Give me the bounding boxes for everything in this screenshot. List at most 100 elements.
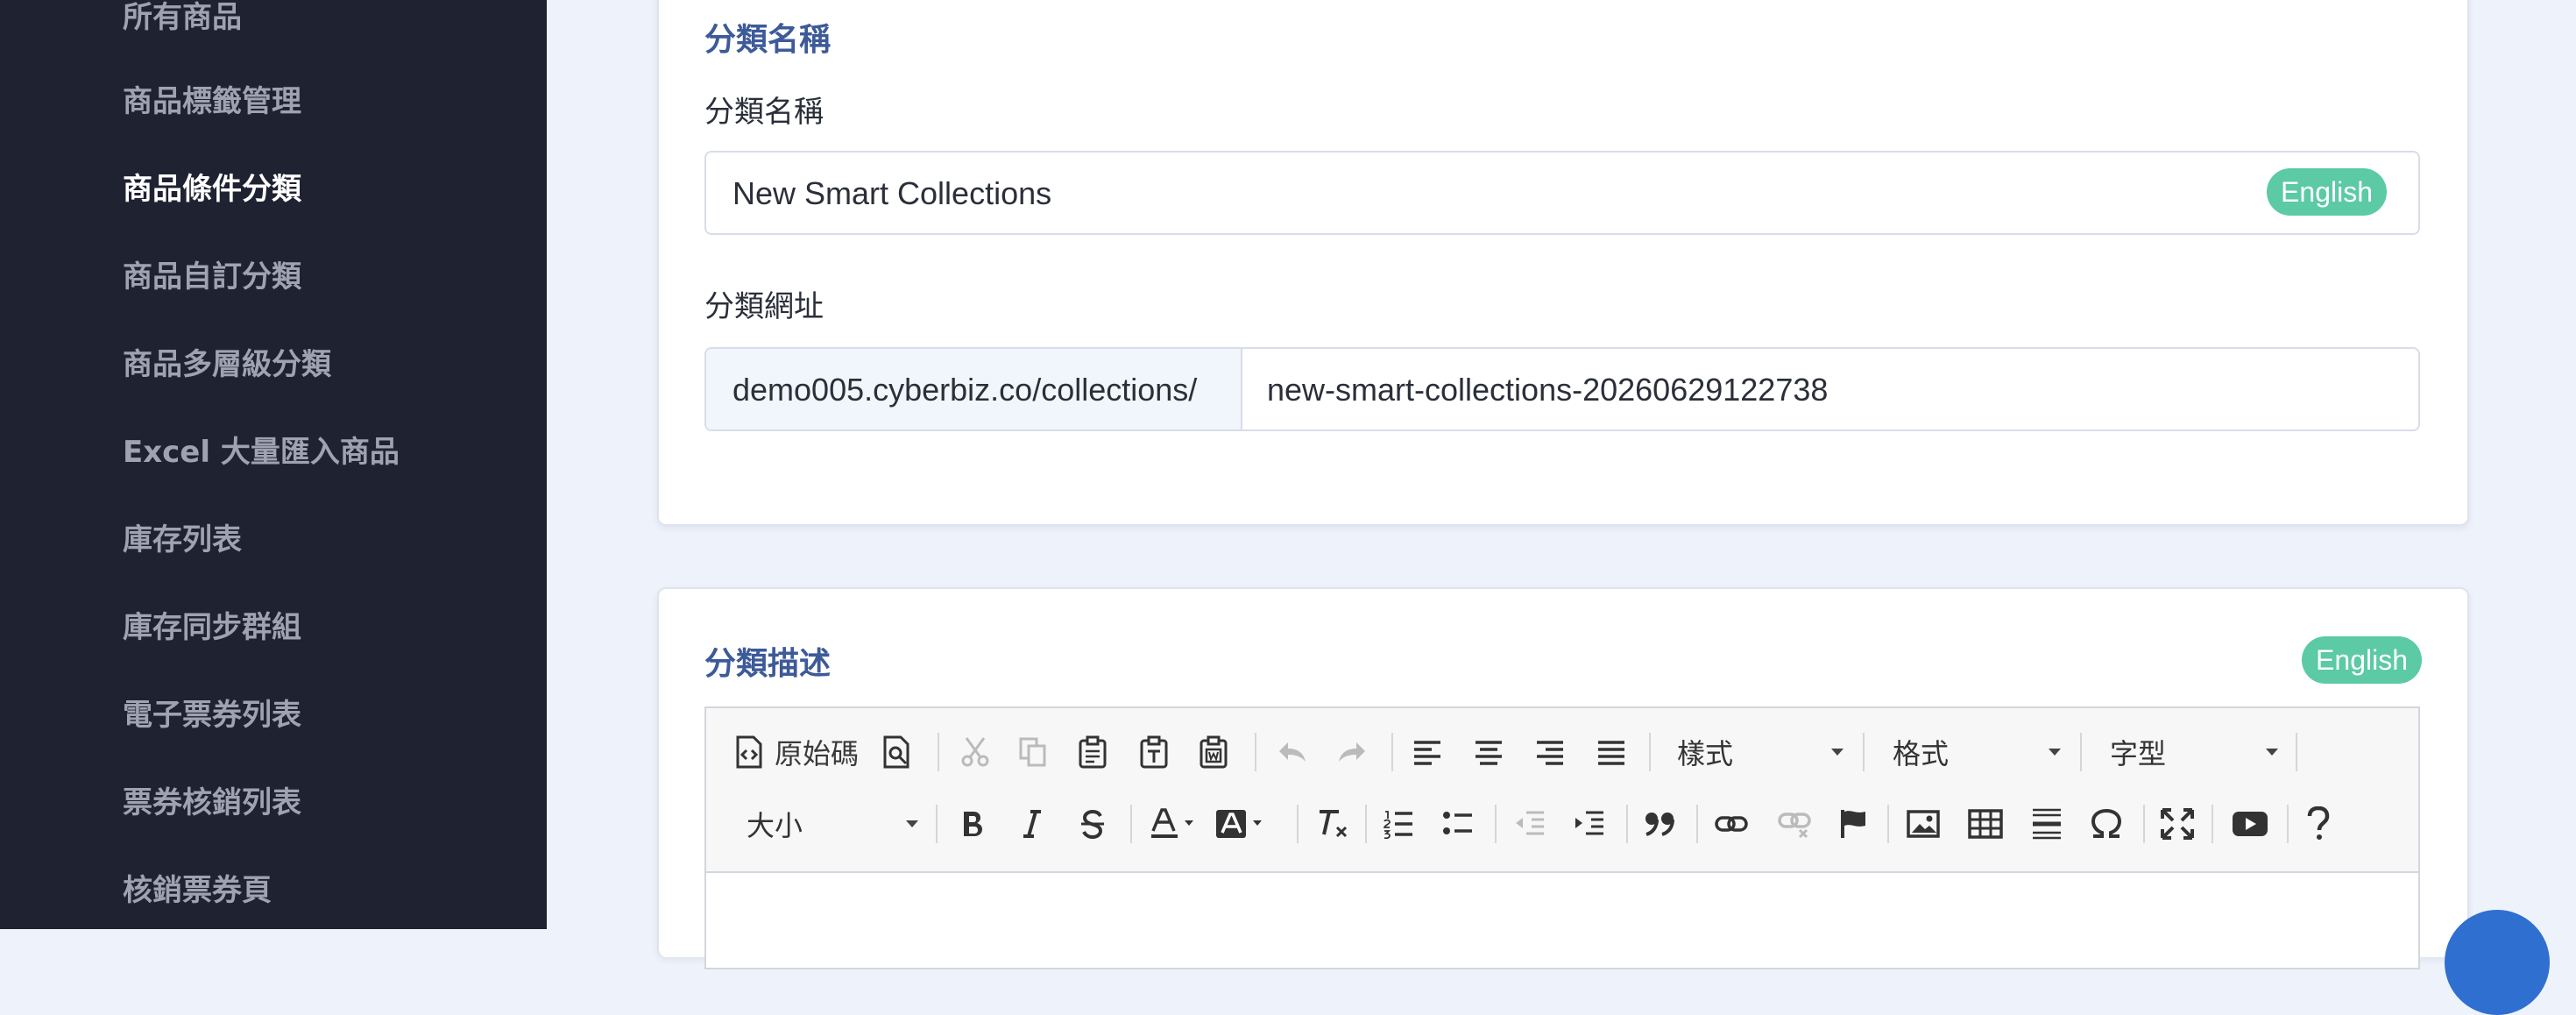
preview-button[interactable] [881, 729, 911, 775]
align-right-icon [1537, 741, 1563, 765]
toolbar-separator [2296, 733, 2297, 771]
justify-button[interactable] [1596, 729, 1626, 775]
copy-icon [1019, 737, 1046, 767]
sidebar-item-all-products[interactable]: 所有商品 [123, 0, 242, 36]
youtube-button[interactable] [2231, 801, 2269, 847]
align-left-button[interactable] [1412, 729, 1442, 775]
collection-name-value: New Smart Collections [732, 175, 1052, 211]
sidebar-item-excel-import[interactable]: Excel 大量匯入商品 [123, 428, 400, 471]
youtube-icon [2233, 812, 2268, 836]
sidebar-item-ticket-redemptions[interactable]: 票券核銷列表 [123, 778, 301, 821]
outdent-button[interactable] [1514, 801, 1546, 847]
collection-handle-input[interactable]: new-smart-collections-20260629122738 [1267, 372, 1828, 408]
cut-button[interactable] [960, 729, 990, 775]
font-dropdown-label: 字型 [2110, 737, 2167, 770]
font-dropdown[interactable]: 字型 [2110, 729, 2278, 775]
remove-format-button[interactable] [1316, 801, 1349, 847]
bold-icon [964, 812, 982, 836]
collection-name-card: 分類名稱 分類名稱 New Smart Collections English … [657, 0, 2469, 526]
sidebar-item-smart-collections[interactable]: 商品條件分類 [123, 165, 301, 208]
undo-button[interactable] [1276, 729, 1309, 775]
help-chat-button[interactable] [2445, 910, 2550, 1015]
strikethrough-icon [1081, 809, 1104, 839]
format-dropdown[interactable]: 格式 [1893, 729, 2061, 775]
toolbar-separator [936, 805, 938, 843]
format-dropdown-label: 格式 [1893, 737, 1950, 770]
collection-name-input[interactable]: New Smart Collections English [704, 151, 2420, 235]
sidebar-item-multilevel-collections[interactable]: 商品多層級分類 [123, 340, 331, 383]
italic-icon [1023, 810, 1041, 838]
unlink-button[interactable] [1777, 801, 1812, 847]
unlink-icon [1778, 813, 1811, 839]
paste-text-button[interactable] [1139, 729, 1169, 775]
align-right-button[interactable] [1535, 729, 1565, 775]
horizontal-rule-button[interactable] [2031, 801, 2063, 847]
table-button[interactable] [1968, 801, 2003, 847]
image-button[interactable] [1907, 801, 1940, 847]
strikethrough-button[interactable] [1079, 801, 1106, 847]
toolbar-separator [2143, 805, 2145, 843]
indent-icon [1575, 811, 1603, 835]
section-title-description: 分類描述 [704, 646, 832, 682]
language-badge[interactable]: English [2267, 168, 2387, 216]
toolbar-separator [1887, 805, 1889, 843]
text-color-button[interactable] [1150, 801, 1199, 847]
help-icon [2307, 806, 2330, 840]
maximize-button[interactable] [2161, 801, 2194, 847]
sidebar-item-e-tickets[interactable]: 電子票券列表 [123, 691, 301, 734]
copy-button[interactable] [1018, 729, 1048, 775]
chevron-down-icon [2266, 749, 2278, 756]
redo-button[interactable] [1335, 729, 1369, 775]
blockquote-button[interactable] [1644, 801, 1677, 847]
size-dropdown-label: 大小 [747, 809, 803, 842]
link-button[interactable] [1714, 801, 1749, 847]
redo-icon [1339, 742, 1365, 762]
toolbar-separator [1365, 805, 1367, 843]
toolbar-separator [2080, 733, 2082, 771]
section-title-name: 分類名稱 [704, 22, 832, 58]
indent-button[interactable] [1574, 801, 1605, 847]
paste-word-button[interactable] [1199, 729, 1228, 775]
align-left-icon [1414, 741, 1440, 765]
sidebar-item-inventory-sync[interactable]: 庫存同步群組 [123, 603, 301, 646]
bulleted-list-button[interactable] [1442, 801, 1474, 847]
paste-icon [1079, 735, 1107, 769]
toolbar-separator [938, 733, 939, 771]
description-language-badge[interactable]: English [2302, 636, 2422, 684]
editor-content-area[interactable] [706, 873, 2418, 969]
align-center-icon [1476, 741, 1502, 765]
toolbar-separator [1255, 733, 1256, 771]
blockquote-icon [1645, 813, 1674, 836]
table-icon [1968, 809, 2003, 839]
help-button[interactable] [2306, 801, 2331, 847]
anchor-button[interactable] [1838, 801, 1868, 847]
sidebar: 所有商品 商品標籤管理 商品條件分類 商品自訂分類 商品多層級分類 Excel … [0, 0, 547, 929]
numbered-list-button[interactable] [1383, 801, 1414, 847]
toolbar-separator [1626, 805, 1628, 843]
source-label: 原始碼 [775, 737, 860, 770]
source-button[interactable]: 原始碼 [734, 729, 859, 775]
size-dropdown[interactable]: 大小 [747, 801, 918, 847]
style-dropdown[interactable]: 樣式 [1677, 729, 1844, 775]
sidebar-item-redeem-ticket[interactable]: 核銷票券頁 [123, 866, 272, 909]
url-field-label: 分類網址 [704, 289, 824, 324]
paste-word-icon [1200, 735, 1228, 769]
numbered-list-icon [1384, 811, 1412, 839]
sidebar-item-custom-collections[interactable]: 商品自訂分類 [123, 252, 301, 295]
horizontal-rule-icon [2033, 808, 2061, 840]
text-color-icon [1151, 808, 1193, 838]
collection-description-card: 分類描述 English 原始碼 樣式 格式 字型 大小 [657, 587, 2469, 969]
sidebar-item-inventory-list[interactable]: 庫存列表 [123, 515, 242, 558]
image-icon [1907, 810, 1940, 838]
special-char-button[interactable] [2091, 801, 2122, 847]
bold-button[interactable] [960, 801, 985, 847]
toolbar-separator [1130, 805, 1132, 843]
chevron-down-icon [906, 820, 918, 827]
background-color-button[interactable] [1214, 801, 1267, 847]
url-prefix: demo005.cyberbiz.co/collections/ [732, 372, 1198, 408]
align-center-button[interactable] [1474, 729, 1504, 775]
italic-button[interactable] [1020, 801, 1044, 847]
paste-button[interactable] [1078, 729, 1108, 775]
maximize-icon [2161, 808, 2194, 840]
sidebar-item-product-tags[interactable]: 商品標籤管理 [123, 77, 301, 120]
